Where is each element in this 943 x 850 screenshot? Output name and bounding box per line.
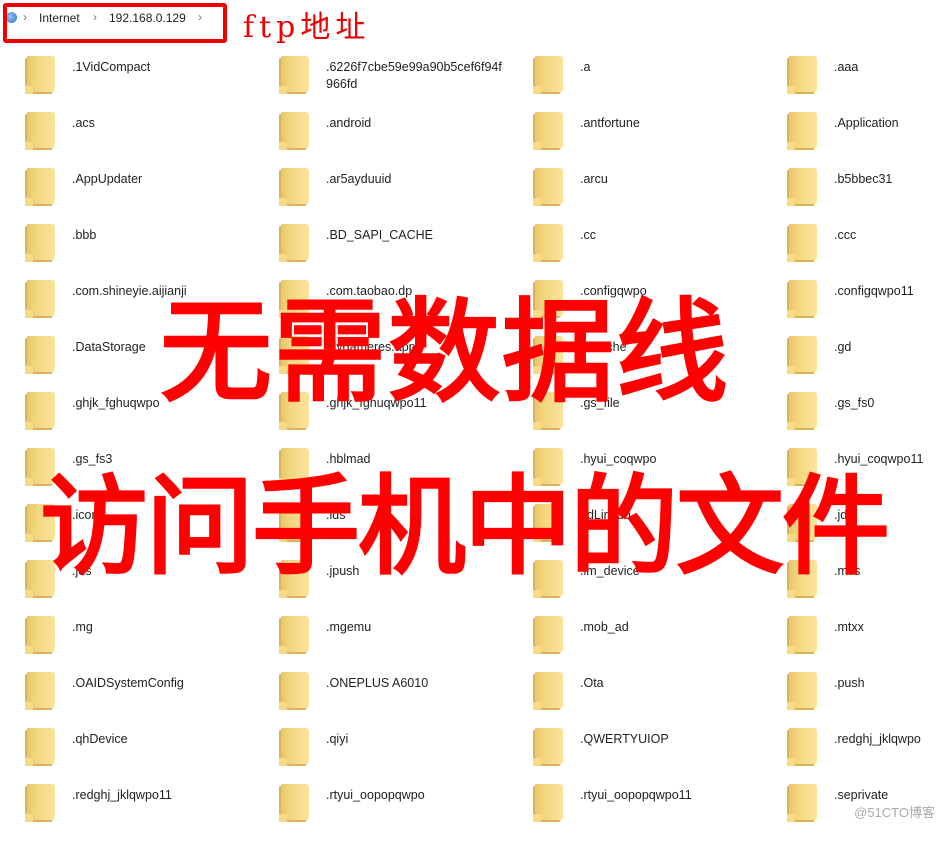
folder-icon (533, 112, 563, 150)
folder-icon (533, 168, 563, 206)
folder-name: .push (834, 676, 865, 690)
folder-name: .rtyui_oopopqwpo (326, 788, 425, 802)
ftp-address-annotation: ftp地址 (243, 10, 371, 45)
folder-name: .qhDevice (72, 732, 128, 746)
folder-icon (279, 112, 309, 150)
highlight-box (3, 3, 227, 43)
folder-name: .mgemu (326, 620, 372, 634)
folder-icon (25, 392, 55, 430)
folder-name: .antfortune (580, 116, 640, 130)
folder-name: .QWERTYUIOP (580, 732, 669, 746)
folder-name: .b5bbec31 (834, 172, 893, 186)
folder-icon (533, 672, 563, 710)
folder-icon (533, 56, 563, 94)
folder-icon (279, 672, 309, 710)
folder-icon (787, 280, 817, 318)
folder-name: .configqwpo11 (834, 284, 914, 298)
folder-item[interactable]: .rtyui_oopopqwpo (254, 784, 508, 850)
folder-icon (25, 672, 55, 710)
folder-name: .a (580, 60, 591, 74)
folder-icon (279, 728, 309, 766)
folder-icon (25, 784, 55, 822)
folder-icon (787, 728, 817, 766)
folder-icon (533, 224, 563, 262)
folder-icon (25, 616, 55, 654)
folder-name: .rtyui_oopopqwpo11 (580, 788, 692, 802)
folder-name: .6226f7cbe59e99a90b5cef6f94f966fd (326, 60, 502, 91)
folder-icon (787, 616, 817, 654)
folder-name: .ar5ayduuid (326, 172, 392, 186)
folder-name: .ccc (834, 228, 857, 242)
folder-icon (533, 616, 563, 654)
folder-icon (533, 784, 563, 822)
folder-icon (787, 168, 817, 206)
folder-icon (25, 56, 55, 94)
annotation-access-files: 访问手机中的文件 (40, 464, 890, 590)
folder-icon (787, 224, 817, 262)
folder-name: .redghj_jklqwpo11 (72, 788, 172, 802)
folder-name: .mob_ad (580, 620, 629, 634)
folder-name: .mtxx (834, 620, 864, 634)
folder-name: .ONEPLUS A6010 (326, 676, 429, 690)
folder-name: .bbb (72, 228, 97, 242)
folder-name: .OAIDSystemConfig (72, 676, 184, 690)
folder-icon (787, 336, 817, 374)
folder-icon (25, 112, 55, 150)
folder-icon (787, 672, 817, 710)
folder-icon (533, 728, 563, 766)
address-bar[interactable]: › Internet › 192.168.0.129 › (0, 0, 943, 43)
folder-name: .acs (72, 116, 95, 130)
folder-name: .arcu (580, 172, 608, 186)
folder-name: .gd (834, 340, 852, 354)
watermark: @51CTO博客 (854, 805, 935, 820)
folder-name: .BD_SAPI_CACHE (326, 228, 433, 242)
folder-icon (279, 224, 309, 262)
folder-icon (25, 728, 55, 766)
folder-icon (787, 392, 817, 430)
folder-name: .android (326, 116, 372, 130)
folder-name: .Application (834, 116, 899, 130)
folder-icon (787, 56, 817, 94)
folder-name: .qiyi (326, 732, 349, 746)
folder-name: .mg (72, 620, 93, 634)
folder-name: .redghj_jklqwpo (834, 732, 921, 746)
folder-icon (787, 784, 817, 822)
folder-icon (279, 168, 309, 206)
folder-item[interactable]: .redghj_jklqwpo11 (0, 784, 254, 850)
folder-name: .cc (580, 228, 596, 242)
folder-name: .AppUpdater (72, 172, 143, 186)
folder-icon (279, 56, 309, 94)
folder-name: .1VidCompact (72, 60, 151, 74)
folder-name: .Ota (580, 676, 604, 690)
annotation-no-cable: 无需数据线 (160, 287, 730, 418)
folder-icon (25, 280, 55, 318)
folder-item[interactable]: .rtyui_oopopqwpo11 (508, 784, 762, 850)
folder-name: .aaa (834, 60, 859, 74)
folder-icon (279, 616, 309, 654)
folder-name: .gs_fs0 (834, 396, 875, 410)
folder-icon (25, 168, 55, 206)
folder-icon (279, 784, 309, 822)
folder-icon (787, 112, 817, 150)
folder-icon (25, 224, 55, 262)
folder-icon (25, 336, 55, 374)
